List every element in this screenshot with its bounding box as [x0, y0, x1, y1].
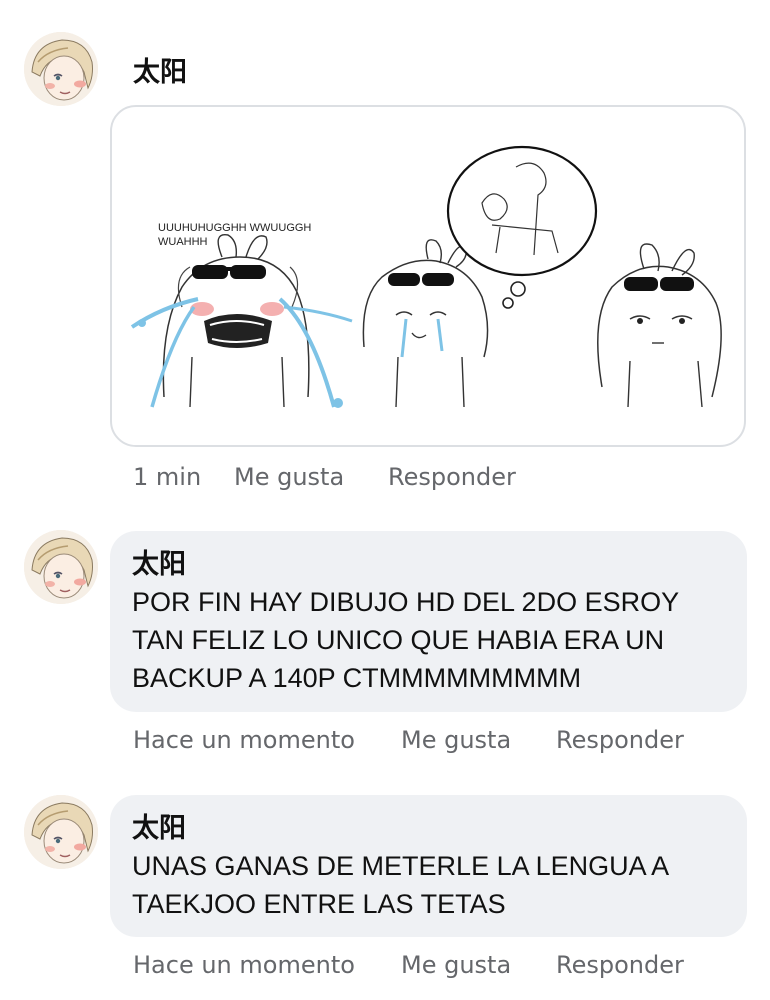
avatar[interactable]	[24, 32, 98, 106]
comment-text-line: UNAS GANAS DE METERLE LA LENGUA A	[132, 851, 670, 881]
attachment-caption-line2: WUAHHH	[158, 236, 208, 248]
thinking-character-drawing	[362, 145, 598, 408]
reply-button[interactable]: Responder	[388, 463, 516, 491]
reply-button[interactable]: Responder	[556, 726, 684, 754]
calm-character-drawing	[597, 243, 722, 408]
avatar[interactable]	[24, 795, 98, 869]
comment-timestamp: 1 min	[133, 463, 202, 491]
reply-button[interactable]: Responder	[556, 951, 684, 979]
like-button[interactable]: Me gusta	[401, 951, 511, 979]
comment-image-attachment[interactable]: UUUHUHUGGHH WWUUGGH WUAHHH	[110, 105, 746, 447]
like-button[interactable]: Me gusta	[234, 463, 344, 491]
comment-text-line: BACKUP A 140P CTMMMMMMMMM	[132, 663, 582, 693]
attachment-caption-line1: UUUHUHUGGHH WWUUGGH	[158, 222, 311, 234]
comment-timestamp: Hace un momento	[133, 726, 355, 754]
comment-author[interactable]: 太阳	[132, 547, 725, 583]
comment-author[interactable]: 太阳	[133, 50, 187, 89]
comment-text-line: TAEKJOO ENTRE LAS TETAS	[132, 889, 506, 919]
comment-text-line: POR FIN HAY DIBUJO HD DEL 2DO ESROY	[132, 587, 680, 617]
comment-timestamp: Hace un momento	[133, 951, 355, 979]
crying-character-drawing	[130, 233, 353, 408]
like-button[interactable]: Me gusta	[401, 726, 511, 754]
comment-bubble: 太阳 POR FIN HAY DIBUJO HD DEL 2DO ESROY T…	[110, 531, 747, 712]
comment-text-line: TAN FELIZ LO UNICO QUE HABIA ERA UN	[132, 625, 665, 655]
avatar[interactable]	[24, 530, 98, 604]
comment-bubble: 太阳 UNAS GANAS DE METERLE LA LENGUA A TAE…	[110, 795, 747, 937]
comment-author[interactable]: 太阳	[132, 811, 725, 847]
